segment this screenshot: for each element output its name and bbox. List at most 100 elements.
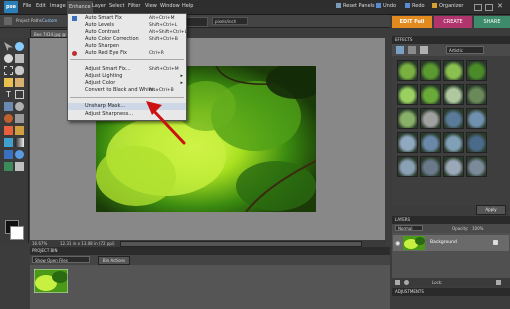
- menu-item-adjust-lighting[interactable]: Adjust Lighting ▸: [68, 73, 186, 80]
- menu-filter[interactable]: Filter: [128, 3, 140, 9]
- brush-tool-icon[interactable]: [15, 126, 24, 135]
- magic-wand-tool-icon[interactable]: [4, 78, 13, 87]
- background-color-swatch[interactable]: [10, 226, 24, 240]
- layers-panel-header[interactable]: LAYERS: [392, 216, 510, 224]
- menu-item-convert-black-white[interactable]: Convert to Black and White... Alt+Ctrl+B: [68, 87, 186, 94]
- menu-file[interactable]: File: [23, 3, 31, 9]
- healing-brush-tool-icon[interactable]: [4, 114, 13, 123]
- maximize-button[interactable]: [485, 4, 493, 11]
- hand-tool-icon[interactable]: [4, 54, 13, 63]
- effect-thumbnail[interactable]: [466, 60, 487, 81]
- effect-thumbnail[interactable]: [466, 156, 487, 177]
- menu-item-auto-sharpen[interactable]: Auto Sharpen: [68, 43, 186, 50]
- annotation-arrow: [146, 101, 186, 145]
- lock-label: Lock:: [432, 280, 443, 285]
- menu-layer[interactable]: Layer: [92, 3, 106, 9]
- effect-thumbnail[interactable]: [420, 132, 441, 153]
- crop-tool-icon[interactable]: [15, 90, 24, 99]
- shape-tool-icon[interactable]: [4, 150, 13, 159]
- effect-thumbnail[interactable]: [420, 108, 441, 129]
- effect-thumbnail[interactable]: [466, 132, 487, 153]
- effect-thumbnail[interactable]: [397, 156, 418, 177]
- blend-mode-select[interactable]: Normal: [395, 225, 423, 231]
- tab-share[interactable]: SHARE: [474, 16, 510, 28]
- move-tool-icon[interactable]: [4, 42, 13, 51]
- effect-thumbnail[interactable]: [397, 84, 418, 105]
- zoom-tool-icon[interactable]: [15, 42, 24, 51]
- effects-category-select[interactable]: Artistic: [446, 46, 484, 54]
- effect-thumbnail[interactable]: [443, 60, 464, 81]
- apply-button[interactable]: Apply: [476, 205, 506, 215]
- menu-window[interactable]: Window: [160, 3, 180, 9]
- clone-stamp-tool-icon[interactable]: [15, 114, 24, 123]
- layer-styles-icon[interactable]: [408, 46, 416, 54]
- menu-item-adjust-color[interactable]: Adjust Color ▸: [68, 80, 186, 87]
- menu-item-auto-smart-fix[interactable]: Auto Smart Fix Alt+Ctrl+M: [68, 15, 186, 22]
- tool-preset-icon[interactable]: [4, 17, 12, 25]
- menu-item-auto-color-correction[interactable]: Auto Color Correction Shift+Ctrl+B: [68, 36, 186, 43]
- menu-edit[interactable]: Edit: [36, 3, 46, 9]
- menu-select[interactable]: Select: [109, 3, 124, 9]
- effect-thumbnail[interactable]: [443, 132, 464, 153]
- quick-selection-tool-icon[interactable]: [15, 78, 24, 87]
- close-button[interactable]: ✕: [497, 2, 503, 10]
- menu-view[interactable]: View: [145, 3, 157, 9]
- project-bin-header[interactable]: PROJECT BIN: [30, 247, 390, 255]
- resolution-field[interactable]: [186, 17, 208, 27]
- opacity-value[interactable]: 100%: [472, 226, 483, 231]
- project-bin-thumbnail[interactable]: [34, 269, 68, 293]
- blur-tool-icon[interactable]: [15, 150, 24, 159]
- tab-edit[interactable]: EDIT Full: [392, 16, 432, 28]
- adjustment-layer-icon[interactable]: [404, 280, 409, 285]
- reset-panels-icon: [336, 3, 341, 8]
- eraser-tool-icon[interactable]: [4, 126, 13, 135]
- effect-thumbnail[interactable]: [466, 84, 487, 105]
- recompose-tool-icon[interactable]: [4, 102, 13, 111]
- menu-item-auto-red-eye-fix[interactable]: Auto Red Eye Fix Ctrl+R: [68, 50, 186, 57]
- undo-button[interactable]: Undo: [376, 3, 396, 9]
- smudge-tool-icon[interactable]: [15, 162, 24, 171]
- photo-effects-icon[interactable]: [420, 46, 428, 54]
- bin-actions-button[interactable]: Bin Actions: [98, 256, 130, 265]
- effect-thumbnail[interactable]: [397, 132, 418, 153]
- show-files-select[interactable]: Show Open Files: [32, 256, 90, 263]
- redo-button[interactable]: Redo: [405, 3, 425, 9]
- effect-thumbnail[interactable]: [420, 60, 441, 81]
- menu-help[interactable]: Help: [182, 3, 193, 9]
- delete-layer-icon[interactable]: [496, 280, 501, 285]
- effect-thumbnail[interactable]: [420, 156, 441, 177]
- effects-toolbar: Artistic: [392, 44, 510, 56]
- resolution-unit-select[interactable]: pixels/inch: [212, 17, 248, 25]
- minimize-button[interactable]: [474, 4, 482, 11]
- lasso-tool-icon[interactable]: [15, 66, 24, 75]
- adjustments-panel-header[interactable]: ADJUSTMENTS: [392, 288, 510, 296]
- gradient-tool-icon[interactable]: [15, 138, 24, 147]
- effect-thumbnail[interactable]: [397, 108, 418, 129]
- effect-thumbnail[interactable]: [443, 156, 464, 177]
- paint-bucket-tool-icon[interactable]: [4, 138, 13, 147]
- type-tool-icon[interactable]: T: [4, 90, 13, 99]
- organizer-button[interactable]: Organizer: [432, 3, 463, 9]
- zoom-readout[interactable]: 16.67%: [32, 241, 47, 246]
- marquee-tool-icon[interactable]: [4, 66, 13, 75]
- new-layer-icon[interactable]: [395, 280, 400, 285]
- menu-item-auto-contrast[interactable]: Auto Contrast Alt+Shift+Ctrl+L: [68, 29, 187, 36]
- menu-image[interactable]: Image: [50, 3, 66, 9]
- eyedropper-tool-icon[interactable]: [15, 54, 24, 63]
- menu-item-adjust-smart-fix[interactable]: Adjust Smart Fix... Shift+Ctrl+M: [68, 66, 186, 73]
- reset-panels-button[interactable]: Reset Panels: [336, 3, 375, 9]
- sponge-tool-icon[interactable]: [4, 162, 13, 171]
- filters-icon[interactable]: [396, 46, 404, 54]
- menu-enhance[interactable]: Enhance: [67, 1, 93, 13]
- effect-thumbnail[interactable]: [466, 108, 487, 129]
- effect-thumbnail[interactable]: [443, 84, 464, 105]
- red-eye-tool-icon[interactable]: [15, 102, 24, 111]
- tab-create[interactable]: CREATE: [434, 16, 472, 28]
- custom-value[interactable]: Custom: [42, 18, 57, 23]
- effect-thumbnail[interactable]: [420, 84, 441, 105]
- effect-thumbnail[interactable]: [443, 108, 464, 129]
- effects-panel-header[interactable]: EFFECTS: [392, 36, 510, 44]
- effect-thumbnail[interactable]: [397, 60, 418, 81]
- visibility-eye-icon[interactable]: ◉: [395, 240, 400, 247]
- menu-item-auto-levels[interactable]: Auto Levels Shift+Ctrl+L: [68, 22, 186, 29]
